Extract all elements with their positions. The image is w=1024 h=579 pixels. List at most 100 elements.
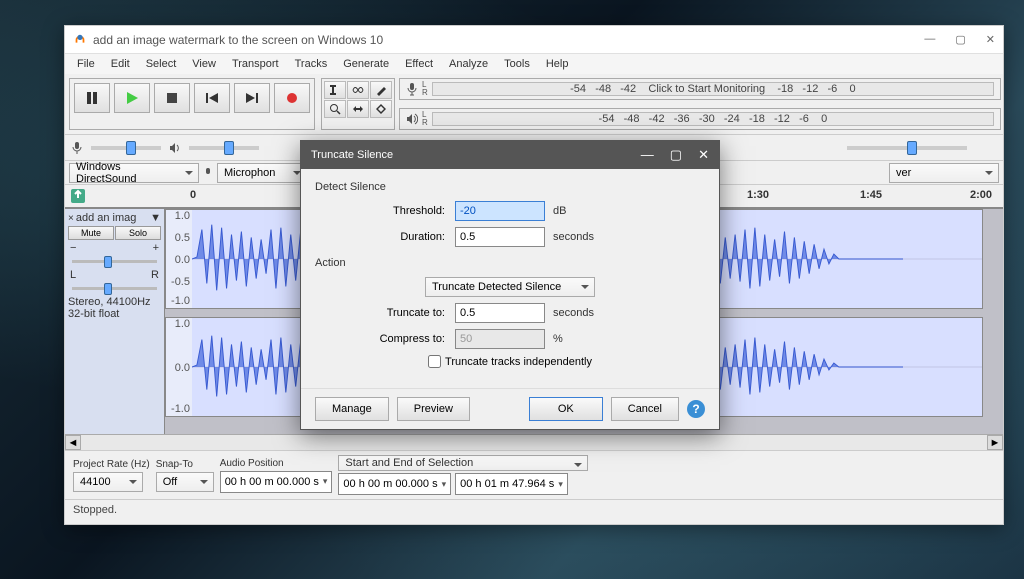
- solo-button[interactable]: Solo: [115, 226, 161, 240]
- pan-slider[interactable]: [72, 287, 157, 290]
- selection-mode-dropdown[interactable]: Start and End of Selection: [338, 455, 588, 471]
- skip-start-button[interactable]: [194, 83, 230, 113]
- playback-meter[interactable]: LR -54 -48 -42 -36 -30 -24 -18 -12 -6 0: [399, 108, 1001, 130]
- threshold-input[interactable]: [455, 201, 545, 221]
- speaker-icon: [169, 142, 181, 154]
- menubar: File Edit Select View Transport Tracks G…: [65, 54, 1003, 74]
- audio-position-label: Audio Position: [220, 458, 333, 469]
- snap-to-dropdown[interactable]: Off: [156, 472, 214, 492]
- audio-position-field[interactable]: 00 h 00 m 00.000 s▾: [220, 471, 333, 493]
- audio-host-dropdown[interactable]: Windows DirectSound: [69, 163, 199, 183]
- meter-lr-label: LR: [422, 81, 428, 97]
- envelope-tool-icon[interactable]: [347, 81, 369, 99]
- truncate-independently-label: Truncate tracks independently: [445, 356, 592, 368]
- playback-speed-slider[interactable]: [847, 146, 967, 150]
- menu-file[interactable]: File: [69, 56, 103, 72]
- y-axis-labels: 1.0 0.5 0.0 -0.5 -1.0: [166, 210, 192, 308]
- meter-lr-label: LR: [422, 111, 428, 127]
- track-close-button[interactable]: ×: [68, 213, 74, 224]
- menu-analyze[interactable]: Analyze: [441, 56, 496, 72]
- action-dropdown[interactable]: Truncate Detected Silence: [425, 277, 595, 297]
- action-label: Action: [315, 257, 705, 269]
- zoom-tool-icon[interactable]: [324, 100, 346, 118]
- microphone-icon: [71, 141, 83, 155]
- menu-edit[interactable]: Edit: [103, 56, 138, 72]
- dialog-close-button[interactable]: ✕: [698, 147, 709, 163]
- manage-button[interactable]: Manage: [315, 397, 389, 421]
- stop-button[interactable]: [154, 83, 190, 113]
- close-button[interactable]: ✕: [986, 33, 995, 46]
- project-rate-label: Project Rate (Hz): [73, 459, 150, 470]
- record-button[interactable]: [274, 83, 310, 113]
- menu-effect[interactable]: Effect: [397, 56, 441, 72]
- multi-tool-icon[interactable]: [370, 100, 392, 118]
- play-meter-scale[interactable]: -54 -48 -42 -36 -30 -24 -18 -12 -6 0: [432, 112, 994, 126]
- draw-tool-icon[interactable]: [370, 81, 392, 99]
- status-text: Stopped.: [73, 504, 117, 516]
- compress-to-input: [455, 329, 545, 349]
- truncate-independently-checkbox[interactable]: [428, 355, 441, 368]
- recording-meter[interactable]: LR -54 -48 -42 Click to Start Monitoring…: [399, 78, 1001, 100]
- play-button[interactable]: [114, 83, 150, 113]
- dialog-titlebar[interactable]: Truncate Silence — ▢ ✕: [301, 141, 719, 169]
- tools-toolbar: [321, 78, 395, 130]
- microphone-icon: [406, 82, 418, 96]
- detect-silence-label: Detect Silence: [315, 181, 705, 193]
- dialog-minimize-button[interactable]: —: [641, 147, 654, 163]
- horizontal-scrollbar[interactable]: ◄ ►: [65, 434, 1003, 450]
- playback-volume-slider[interactable]: [189, 146, 259, 150]
- menu-transport[interactable]: Transport: [224, 56, 287, 72]
- truncate-to-input[interactable]: [455, 303, 545, 323]
- selection-end-field[interactable]: 00 h 01 m 47.964 s▾: [455, 473, 568, 495]
- track-menu-dropdown[interactable]: ▼: [150, 212, 161, 224]
- scroll-right-icon[interactable]: ►: [987, 435, 1003, 450]
- scroll-left-icon[interactable]: ◄: [65, 435, 81, 450]
- rec-meter-scale[interactable]: -54 -48 -42 Click to Start Monitoring -1…: [432, 82, 994, 96]
- duration-label: Duration:: [315, 231, 455, 243]
- recording-device-dropdown[interactable]: Microphon: [217, 163, 307, 183]
- skip-end-button[interactable]: [234, 83, 270, 113]
- main-toolbars: LR -54 -48 -42 Click to Start Monitoring…: [65, 74, 1003, 135]
- truncate-to-unit: seconds: [553, 307, 594, 319]
- menu-tracks[interactable]: Tracks: [287, 56, 336, 72]
- window-title: add an image watermark to the screen on …: [93, 33, 924, 47]
- pause-button[interactable]: [74, 83, 110, 113]
- track-format-info: Stereo, 44100Hz 32-bit float: [68, 296, 161, 320]
- track-name[interactable]: add an imag: [76, 212, 148, 224]
- transport-toolbar: [69, 78, 315, 130]
- menu-tools[interactable]: Tools: [496, 56, 538, 72]
- dialog-maximize-button[interactable]: ▢: [670, 147, 682, 163]
- maximize-button[interactable]: ▢: [955, 33, 965, 46]
- recording-volume-slider[interactable]: [91, 146, 161, 150]
- playback-device-dropdown[interactable]: ver: [889, 163, 999, 183]
- menu-select[interactable]: Select: [138, 56, 185, 72]
- app-icon: [73, 33, 87, 47]
- y-axis-labels: 1.0 0.0 -1.0: [166, 318, 192, 416]
- menu-generate[interactable]: Generate: [335, 56, 397, 72]
- duration-input[interactable]: [455, 227, 545, 247]
- track-control-panel: × add an imag ▼ Mute Solo −+ LR Stereo, …: [65, 209, 165, 434]
- timeline-pin[interactable]: [65, 185, 145, 207]
- compress-to-label: Compress to:: [315, 333, 455, 345]
- compress-to-unit: %: [553, 333, 563, 345]
- pin-icon: [71, 189, 85, 203]
- gain-slider[interactable]: [72, 260, 157, 263]
- menu-view[interactable]: View: [184, 56, 224, 72]
- microphone-icon: [203, 167, 213, 179]
- ok-button[interactable]: OK: [529, 397, 603, 421]
- status-bar: Stopped.: [65, 500, 1003, 520]
- mute-button[interactable]: Mute: [68, 226, 114, 240]
- selection-tool-icon[interactable]: [324, 81, 346, 99]
- cancel-button[interactable]: Cancel: [611, 397, 679, 421]
- help-icon[interactable]: ?: [687, 400, 705, 418]
- selection-start-field[interactable]: 00 h 00 m 00.000 s▾: [338, 473, 451, 495]
- timeshift-tool-icon[interactable]: [347, 100, 369, 118]
- truncate-to-label: Truncate to:: [315, 307, 455, 319]
- menu-help[interactable]: Help: [538, 56, 577, 72]
- threshold-unit: dB: [553, 205, 566, 217]
- preview-button[interactable]: Preview: [397, 397, 470, 421]
- project-rate-dropdown[interactable]: 44100: [73, 472, 143, 492]
- titlebar[interactable]: add an image watermark to the screen on …: [65, 26, 1003, 54]
- snap-to-label: Snap-To: [156, 459, 214, 470]
- minimize-button[interactable]: —: [924, 33, 935, 46]
